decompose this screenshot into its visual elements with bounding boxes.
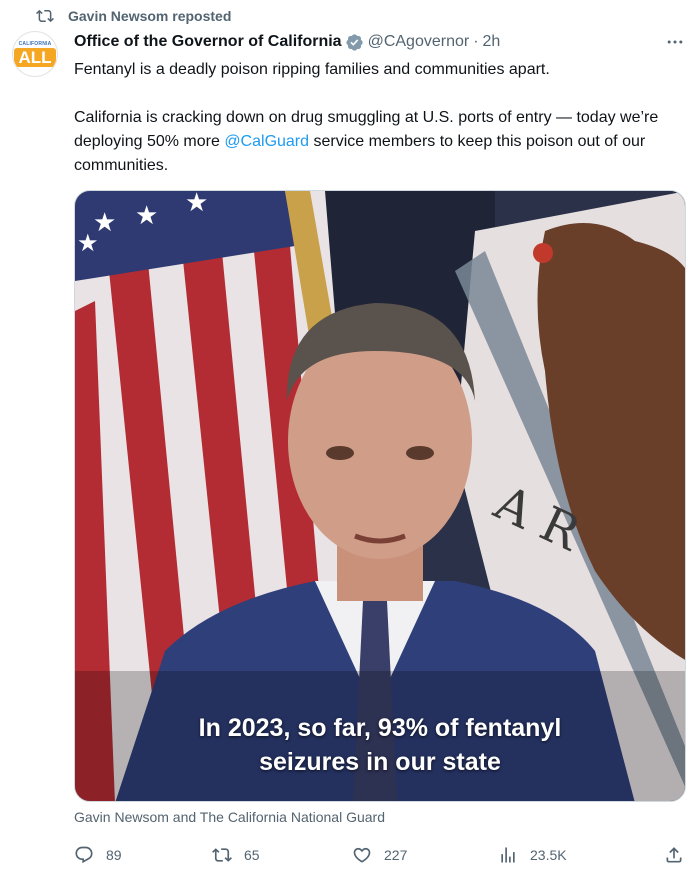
caption-line-2: seizures in our state	[259, 748, 501, 776]
reply-icon	[74, 845, 94, 865]
author-name[interactable]: Office of the Governor of California	[74, 33, 342, 51]
tweet-line-1: Fentanyl is a deadly poison ripping fami…	[74, 61, 550, 78]
svg-text:★: ★	[77, 229, 99, 257]
verified-badge-icon[interactable]	[345, 33, 364, 52]
tweet-timestamp[interactable]: 2h	[483, 33, 501, 51]
reply-count: 89	[106, 847, 122, 863]
tweet-paragraph-2: California is cracking down on drug smug…	[74, 106, 686, 178]
avatar-top-text: CALIFORNIA	[18, 41, 52, 47]
views-button[interactable]: 23.5K	[498, 842, 567, 868]
repost-button[interactable]: 65	[212, 842, 260, 868]
views-count: 23.5K	[530, 847, 567, 863]
video-media[interactable]: ★ ★ ★ ★ A R In 2023, so far, 93% of fent…	[74, 190, 686, 802]
share-icon	[664, 845, 684, 865]
media-credit[interactable]: Gavin Newsom and The California National…	[74, 809, 385, 825]
repost-count: 65	[244, 847, 260, 863]
repost-header[interactable]: Gavin Newsom reposted	[36, 6, 231, 26]
tweet-text: Fentanyl is a deadly poison ripping fami…	[74, 58, 686, 178]
header-separator: ·	[473, 33, 479, 50]
caption-line-1: In 2023, so far, 93% of fentanyl	[198, 714, 562, 742]
share-button[interactable]	[664, 842, 684, 868]
like-button[interactable]: 227	[352, 842, 407, 868]
action-bar: 89 65 227 23.5K	[74, 842, 686, 868]
heart-icon	[352, 845, 372, 865]
avatar-main-text: ALL	[14, 48, 56, 67]
author-handle[interactable]: @CAgovernor	[368, 33, 470, 51]
like-count: 227	[384, 847, 408, 863]
tweet-header: Office of the Governor of California @CA…	[74, 30, 686, 54]
svg-text:★: ★	[135, 201, 158, 231]
repost-label: Gavin Newsom reposted	[68, 8, 232, 24]
repost-icon	[36, 7, 54, 25]
avatar[interactable]: CALIFORNIA ALL	[12, 31, 58, 77]
more-options-icon[interactable]	[664, 32, 686, 52]
reply-button[interactable]: 89	[74, 842, 122, 868]
repost-icon	[212, 845, 232, 865]
video-caption: In 2023, so far, 93% of fentanyl seizure…	[75, 711, 685, 779]
svg-text:★: ★	[185, 191, 208, 218]
mention-link[interactable]: @CalGuard	[224, 133, 309, 150]
views-chart-icon	[498, 845, 518, 865]
